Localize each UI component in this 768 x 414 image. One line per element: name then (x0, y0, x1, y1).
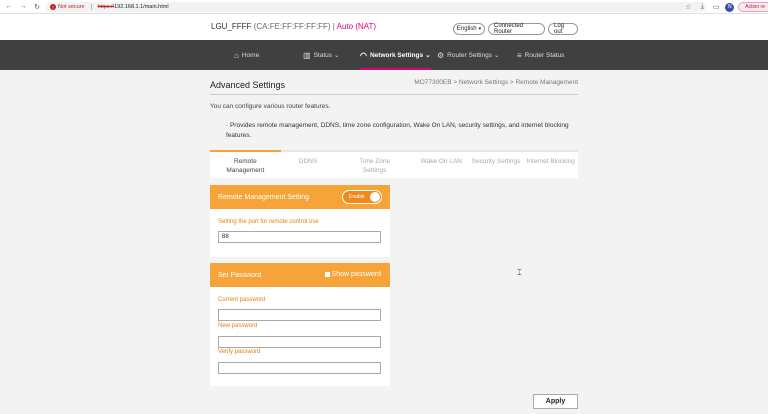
password-header: Set Password Show password (210, 263, 390, 287)
nav-home-label: Home (241, 51, 260, 59)
tab-wake-on-lan[interactable]: Wake On LAN (414, 150, 469, 178)
page-title: Advanced Settings (210, 80, 286, 90)
password-title: Set Password (218, 271, 262, 279)
tab-time-zone-settings[interactable]: Time Zone Settings (335, 150, 415, 178)
url-divider (90, 4, 92, 10)
apply-button[interactable]: Apply (533, 394, 578, 409)
nav-status-label: Status (313, 51, 332, 59)
bar-chart-icon: ▥ (303, 50, 311, 60)
home-icon: ⌂ (234, 50, 239, 60)
extensions-icon[interactable]: ▭ (711, 2, 721, 12)
current-password-label: Current password (218, 297, 266, 303)
nav-network-settings[interactable]: ◠ Network Settings ⌄ (360, 40, 431, 70)
address-bar[interactable]: ! Not secure https://192.168.1.1/main.ht… (46, 2, 706, 12)
logout-button[interactable]: Log out (548, 23, 578, 35)
title-divider (210, 94, 578, 95)
router-separator: | (332, 22, 335, 31)
connected-router-button[interactable]: Connected Router (488, 23, 545, 35)
mouse-cursor-icon: ⌶ (517, 268, 522, 277)
router-header: LGU_FFFF (CA:FE:FF:FF:FF:FF) | Auto (NAT… (0, 14, 768, 40)
reload-icon[interactable]: ↻ (32, 2, 42, 12)
url-scheme: https:// (97, 4, 115, 10)
browser-toolbar: ← → ↻ ! Not secure https://192.168.1.1/m… (0, 0, 768, 14)
download-icon[interactable]: ⤓ (697, 2, 707, 12)
new-password-input[interactable] (218, 336, 381, 348)
nav-router-status-label: Router Status (524, 51, 565, 59)
remote-management-toggle[interactable]: Enable (342, 190, 382, 204)
warning-icon: ! (50, 4, 56, 10)
tab-remote-management[interactable]: Remote Management (210, 150, 281, 178)
url-path: 192.168.1.1/main.html (114, 4, 169, 10)
not-secure-label: Not secure (58, 4, 85, 10)
remote-management-title: Remote Management Setting (218, 193, 310, 201)
menu-icon: ≡ (517, 50, 522, 60)
settings-tabs: Remote Management DDNS Time Zone Setting… (210, 150, 579, 178)
toggle-knob (370, 192, 380, 202)
verify-password-label: Verify password (218, 349, 261, 355)
port-input[interactable]: 88 (218, 231, 381, 243)
remote-management-header: Remote Management Setting Enable (210, 185, 390, 209)
language-select[interactable]: English ▾ (453, 23, 485, 35)
new-password-label: New password (218, 323, 258, 329)
tab-security-settings[interactable]: Security Settings (468, 150, 524, 178)
wifi-icon: ◠ (360, 50, 367, 60)
browser-actions: ☆ ⤓ ▭ N Action re (683, 0, 768, 14)
checkbox-icon (324, 272, 330, 277)
port-label: Setting the port for remote control use (218, 219, 319, 225)
nav-status[interactable]: ▥ Status ⌄ (303, 40, 339, 70)
feature-bullet: · Provides remote management, DDNS, time… (226, 122, 569, 139)
show-password-checkbox[interactable]: Show password (324, 271, 381, 278)
verify-password-input[interactable] (218, 362, 381, 374)
chevron-down-icon: ⌄ (334, 52, 340, 59)
breadcrumb: MO77300EB > Network Settings > Remote Ma… (414, 79, 578, 86)
chevron-down-icon: ⌄ (493, 52, 500, 59)
nav-router-settings[interactable]: ⚙ Router Settings ⌄ (437, 40, 499, 70)
back-icon[interactable]: ← (4, 2, 14, 12)
router-ssid: LGU_FFFF (211, 22, 252, 31)
nav-router-status[interactable]: ≡ Router Status (517, 40, 564, 70)
chevron-down-icon: ⌄ (425, 52, 431, 59)
main-navigation: ⌂ Home ▥ Status ⌄ ◠ Network Settings ⌄ ⚙… (0, 40, 768, 70)
router-mode: Auto (NAT) (336, 22, 377, 31)
forward-icon[interactable]: → (18, 2, 28, 12)
url-text[interactable]: https://192.168.1.1/main.html (98, 4, 169, 10)
nav-router-settings-label: Router Settings (447, 51, 492, 59)
tab-ddns[interactable]: DDNS (280, 150, 336, 178)
tab-internet-blocking[interactable]: Internet Blocking (523, 150, 579, 178)
router-mac: (CA:FE:FF:FF:FF:FF) (253, 22, 331, 31)
action-required-button[interactable]: Action re (738, 2, 768, 12)
toggle-label: Enable (349, 194, 365, 200)
show-password-label: Show password (331, 271, 381, 278)
nav-home[interactable]: ⌂ Home (234, 40, 259, 70)
current-password-input[interactable] (218, 309, 381, 321)
remote-management-panel: Remote Management Setting Enable Setting… (210, 185, 390, 257)
security-indicator[interactable]: ! Not secure (50, 4, 85, 10)
nav-network-settings-label: Network Settings (369, 51, 424, 59)
gear-icon: ⚙ (437, 50, 445, 60)
chevron-down-icon: ▾ (478, 26, 482, 32)
language-value: English (456, 26, 477, 32)
profile-avatar[interactable]: N (725, 2, 735, 12)
page-description: You can configure various router feature… (210, 103, 331, 110)
password-panel: Set Password Show password Current passw… (210, 263, 390, 386)
router-identity: LGU_FFFF (CA:FE:FF:FF:FF:FF) | Auto (NAT… (211, 22, 376, 31)
star-icon[interactable]: ☆ (683, 2, 693, 12)
